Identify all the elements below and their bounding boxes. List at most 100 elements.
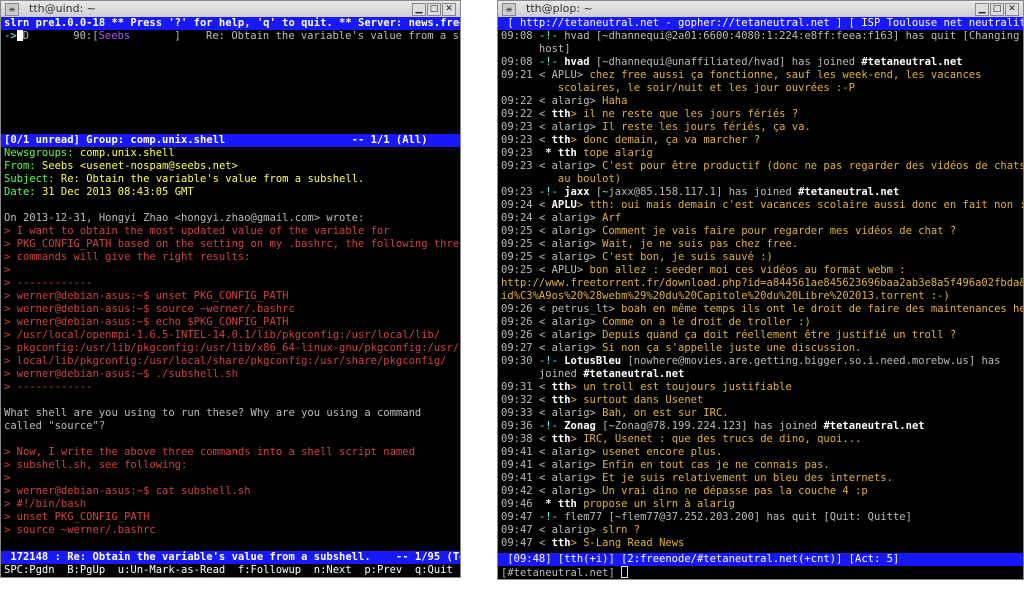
current-arrow: -> (4, 30, 17, 42)
message-line: 09:23 < alarig> C'est pour être producti… (498, 160, 1023, 173)
input-line[interactable]: [#tetaneutral.net] (498, 566, 1023, 579)
article-body-line: > subshell.sh, see following: (4, 459, 188, 471)
article-body-line: > /usr/local/openmpi-1.6.5-INTEL-14.0.1/… (4, 329, 441, 341)
message-line: 09:41 < alarig> Et je suis relativement … (498, 472, 1023, 485)
message-segment: Et je suis relativement un bleu des inte… (602, 472, 893, 484)
message-segment: 09:21 (501, 69, 539, 81)
window-menu-icon[interactable]: ≡ (5, 3, 19, 16)
message-line: 09:21 < APLU> chez free aussi ça fonctio… (498, 69, 1023, 82)
message-segment: scolaires, le soir/nuit et les jour ouvr… (501, 82, 856, 94)
message-segment: 09:46 (501, 498, 539, 510)
message-segment: tth (551, 537, 571, 549)
message-line: id%C3%A9os%20%28webm%29%20du%20Capitole%… (498, 290, 1023, 303)
message-segment: 09:25 (501, 251, 539, 263)
message-line: 09:47 < tth> S-Lang Read News (498, 537, 1023, 550)
message-segment: Comment je vais faire pour regarder mes … (602, 225, 957, 237)
message-segment: Haha (602, 95, 628, 107)
message-segment: 09:41 (501, 472, 539, 484)
message-line: 09:38 < tth> IRC, Usenet : que des trucs… (498, 433, 1023, 446)
message-segment: [~flem77@37.252.203.200] has quit [Quit:… (608, 511, 912, 523)
message-segment: #tetaneutral.net (583, 368, 685, 380)
minimize-icon[interactable]: ▁ (412, 3, 426, 16)
message-segment: > il ne reste que les jours fériés ? (570, 108, 799, 120)
minimize-icon[interactable]: ▁ (975, 3, 989, 16)
message-segment: > surtout dans Usenet (570, 394, 704, 406)
message-segment: Zonag (564, 420, 603, 432)
article-author: Seebs (98, 30, 131, 42)
maximize-icon[interactable]: □ (990, 3, 1004, 16)
message-segment: host] (501, 43, 571, 55)
close-icon[interactable]: ✕ (1005, 3, 1019, 16)
maximize-icon[interactable]: □ (427, 3, 441, 16)
message-segment: < alarig> (538, 446, 603, 458)
window-menu-icon[interactable]: ≡ (502, 3, 516, 16)
article-body-line: > source ~werner/.bashrc (4, 524, 156, 536)
message-segment: 09:23 (501, 186, 539, 198)
message-line: 09:22 < tth> il ne reste que les jours f… (498, 108, 1023, 121)
message-segment: -!- (538, 56, 565, 68)
message-segment: C'est pour être productif (donc ne pas r… (602, 160, 1023, 172)
message-segment: -!- (538, 355, 565, 367)
message-line: 09:25 < alarig> Comment je vais faire po… (498, 225, 1023, 238)
message-line: 09:25 < APLU> bon allez : seeder moi ces… (498, 264, 1023, 277)
message-segment: < (538, 108, 552, 120)
message-line: joined #tetaneutral.net (498, 368, 1023, 381)
message-segment: < alarig> (538, 95, 603, 107)
message-segment: [~dhannequi@2a01:6600:4080:1:224:e8ff:fe… (595, 30, 1020, 42)
message-segment: < alarig> (538, 407, 603, 419)
slrn-terminal[interactable]: slrn pre1.0.0-18 ** Press '?' for help, … (1, 17, 460, 577)
message-line: 09:24 < APLU> tth: oui mais demain c'est… (498, 199, 1023, 212)
message-segment: 09:33 (501, 407, 539, 419)
message-segment: tth (551, 134, 571, 146)
article-body-line: > PKG_CONFIG_PATH based on the setting o… (4, 238, 460, 250)
message-segment: Si non ça s'appelle juste une discussion… (602, 342, 862, 354)
close-icon[interactable]: ✕ (442, 3, 456, 16)
message-segment: < alarig> (538, 251, 603, 263)
irssi-terminal[interactable]: [ http://tetaneutral.net - gopher://teta… (498, 17, 1023, 579)
message-segment: APLU (551, 199, 577, 211)
message-segment: Un vrai dino ne dépasse pas la couche 4 … (602, 485, 868, 497)
message-segment: < alarig> (538, 121, 603, 133)
message-segment: propose un slrn à alarig (583, 498, 735, 510)
article-body-line: > I want to obtain the most updated valu… (4, 225, 390, 237)
message-segment: 09:08 (501, 30, 539, 42)
article-score: 90 (73, 30, 86, 42)
article-body[interactable]: On 2013-12-31, Hongyi Zhao <hongyi.zhao@… (1, 199, 460, 537)
article-subject: Re: Obtain the variable's value from a s… (206, 30, 460, 42)
article-list-row[interactable]: -> D 90:[Seebs ] Re: Obtain the variable'… (1, 30, 460, 43)
message-segment: #tetaneutral.net (798, 186, 900, 198)
header-newsgroups: Newsgroups: comp.unix.shell (4, 147, 175, 159)
slrn-window[interactable]: ≡ tth@uind: ~ ▁ □ ✕ slrn pre1.0.0-18 ** … (0, 0, 461, 578)
article-body-line: > unset PKG_CONFIG_PATH (4, 511, 150, 523)
message-line: 09:32 < tth> surtout dans Usenet (498, 394, 1023, 407)
message-segment: < alarig> (538, 316, 603, 328)
message-segment: 09:32 (501, 394, 539, 406)
message-segment: C'est bon, je suis sauvé :) (602, 251, 773, 263)
message-line: 09:26 < petrus_lt> boah en même temps il… (498, 303, 1023, 316)
message-segment: 09:27 (501, 342, 539, 354)
left-titlebar[interactable]: ≡ tth@uind: ~ ▁ □ ✕ (1, 1, 460, 18)
article-body-line: > werner@debian-asus:~$ cat subshell.sh (4, 485, 251, 497)
message-segment: jaxx (564, 186, 596, 198)
message-segment: [~jaxx@85.158.117.1] has joined (595, 186, 799, 198)
message-segment: < (538, 394, 552, 406)
message-segment: 09:47 (501, 511, 539, 523)
message-segment: tth (551, 433, 571, 445)
message-segment: #tetaneutral.net (861, 56, 963, 68)
message-segment: slrn ? (602, 524, 641, 536)
right-window-title: tth@plop: ~ (526, 2, 593, 15)
article-body-line: > local/lib/pkgconfig:/usr/local/share/p… (4, 355, 447, 367)
message-segment: 09:25 (501, 238, 539, 250)
irssi-window[interactable]: ≡ tth@plop: ~ ▁ □ ✕ [ http://tetaneutral… (497, 0, 1024, 580)
message-log[interactable]: 09:08 -!- hvad [~dhannequi@2a01:6600:408… (498, 30, 1023, 550)
message-segment: 09:25 (501, 225, 539, 237)
message-segment: -!- (538, 511, 565, 523)
right-titlebar[interactable]: ≡ tth@plop: ~ ▁ □ ✕ (498, 1, 1023, 18)
message-line: host] (498, 43, 1023, 56)
message-segment: #tetaneutral.net (823, 420, 925, 432)
header-date: Date: 31 Dec 2013 08:43:05 GMT (4, 186, 194, 198)
message-line: 09:30 -!- LotusBleu [nowhere@movies.are.… (498, 355, 1023, 368)
message-segment: 09:08 (501, 56, 539, 68)
message-segment: bon allez : seeder moi ces vidéos au for… (589, 264, 906, 276)
message-line: 09:23 < alarig> Il reste les jours férié… (498, 121, 1023, 134)
